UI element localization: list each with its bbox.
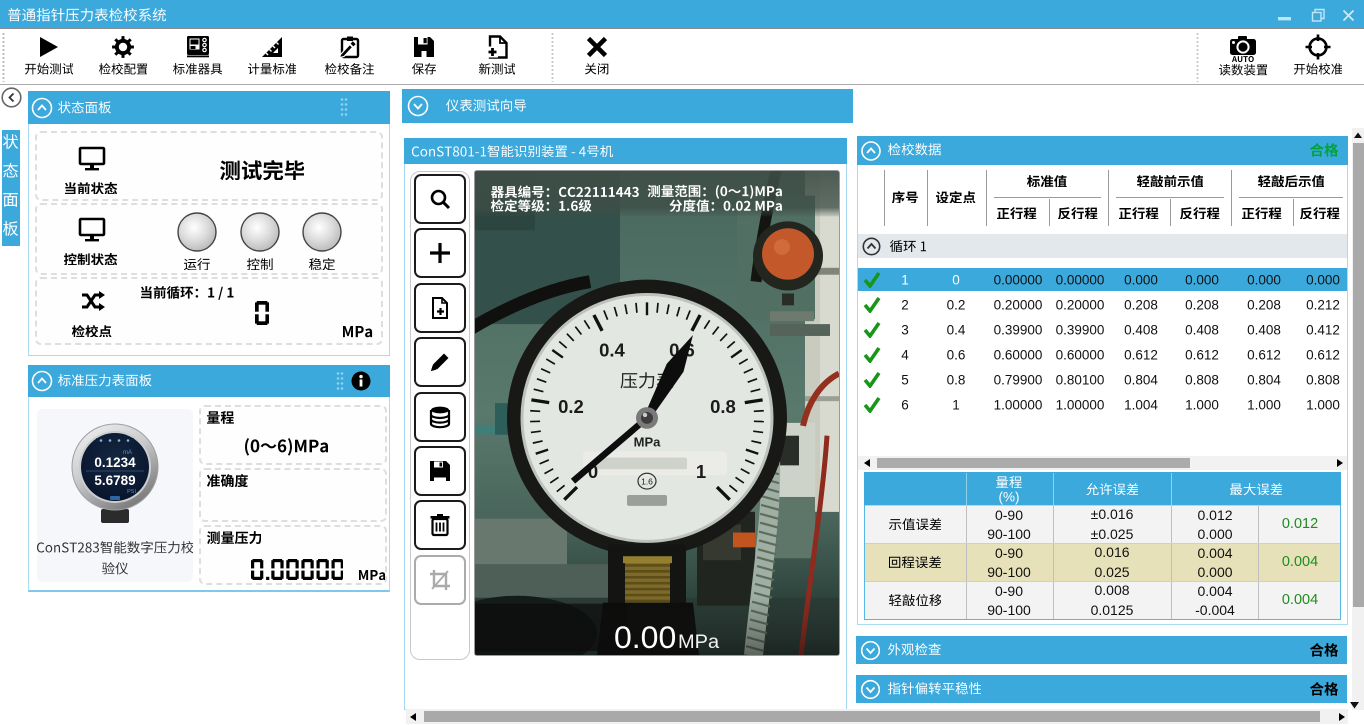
svg-text:MPa: MPa [634, 435, 662, 450]
svg-text:1.6: 1.6 [641, 477, 653, 487]
svg-text:5.6789: 5.6789 [94, 473, 135, 488]
svg-text:0.2: 0.2 [558, 396, 584, 417]
svg-text:1: 1 [696, 461, 706, 482]
svg-text:0.4: 0.4 [599, 340, 625, 361]
svg-text:0.1234: 0.1234 [94, 455, 136, 470]
svg-text:0.00: 0.00 [614, 619, 676, 655]
svg-text:MPa: MPa [678, 631, 720, 653]
svg-text:0.8: 0.8 [710, 396, 736, 417]
svg-text:PSI: PSI [127, 489, 136, 495]
